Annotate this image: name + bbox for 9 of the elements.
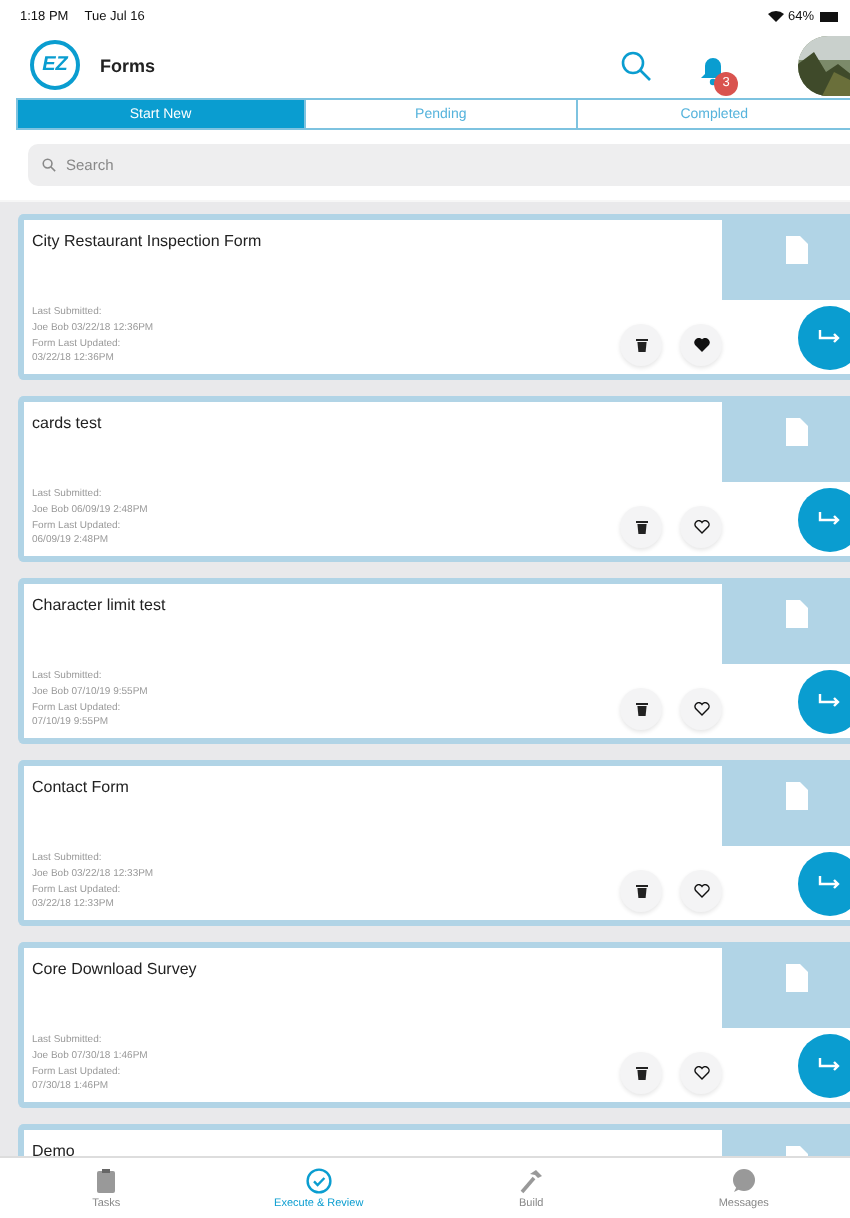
form-title: Contact Form xyxy=(32,778,131,796)
page-title: Forms xyxy=(100,55,156,75)
form-title: Demo xyxy=(32,1142,77,1156)
form-title: cards test xyxy=(32,414,104,432)
app-logo: EZ xyxy=(30,40,80,90)
form-title: Core Download Survey xyxy=(32,960,199,978)
form-title: City Restaurant Inspection Form xyxy=(32,232,264,250)
form-card[interactable]: Demo xyxy=(18,1124,850,1156)
form-title: Character limit test xyxy=(32,596,168,614)
